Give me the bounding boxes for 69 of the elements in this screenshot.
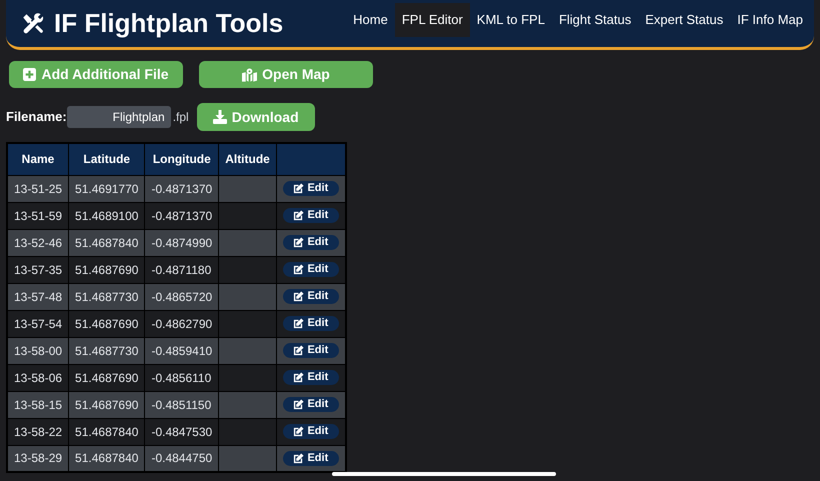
nav-link[interactable]: IF Info Map <box>730 3 810 37</box>
table-cell: -0.4871180 <box>144 256 219 283</box>
filename-label: Filename: <box>6 108 67 126</box>
table-cell: -0.4847530 <box>144 418 219 445</box>
column-header: Name <box>7 143 69 175</box>
nav-link[interactable]: FPL Editor <box>394 3 470 37</box>
edit-button[interactable]: Edit <box>282 262 339 277</box>
table-cell: -0.4862790 <box>144 310 219 337</box>
edit-button[interactable]: Edit <box>282 208 339 223</box>
column-header: Altitude <box>218 143 276 175</box>
edit-button[interactable]: Edit <box>282 235 339 250</box>
table-cell: 13-58-15 <box>7 391 69 418</box>
edit-button[interactable]: Edit <box>282 316 339 331</box>
extension-label: .fpl <box>172 109 189 126</box>
edit-button[interactable]: Edit <box>282 343 339 358</box>
edit-icon <box>293 345 304 356</box>
edit-icon <box>293 183 304 194</box>
table-cell: 13-58-00 <box>7 337 69 364</box>
table-cell: 13-57-54 <box>7 310 69 337</box>
filename-field[interactable]: Flightplan <box>66 106 171 128</box>
nav-link[interactable]: Expert Status <box>638 3 730 37</box>
table-cell: -0.4856110 <box>144 364 219 391</box>
table-cell: -0.4851150 <box>144 391 219 418</box>
edit-button[interactable]: Edit <box>282 370 339 385</box>
table-cell: 13-57-35 <box>7 256 69 283</box>
table-cell: 13-58-06 <box>7 364 69 391</box>
nav-link[interactable]: Flight Status <box>552 3 638 37</box>
edit-icon <box>293 399 304 410</box>
table-cell: -0.4871370 <box>144 202 219 229</box>
edit-icon <box>293 318 304 329</box>
table-cell: 13-51-59 <box>7 202 69 229</box>
table-cell: 51.4687690 <box>68 364 145 391</box>
edit-button[interactable]: Edit <box>282 450 339 466</box>
download-icon <box>212 110 227 124</box>
table-cell: 51.4687730 <box>68 337 145 364</box>
edit-icon <box>293 426 304 437</box>
table-cell: -0.4859410 <box>144 337 219 364</box>
table-cell: 13-51-25 <box>7 175 69 202</box>
table-cell: 51.4691770 <box>68 175 145 202</box>
nav-link[interactable]: KML to FPL <box>470 3 552 37</box>
edit-icon <box>293 372 304 383</box>
table-cell: 51.4689100 <box>68 202 145 229</box>
table-cell: 13-57-48 <box>7 283 69 310</box>
table-cell: 51.4687840 <box>68 418 145 445</box>
table-cell: -0.4871370 <box>144 175 219 202</box>
edit-icon <box>293 210 304 221</box>
table-cell: 51.4687690 <box>68 256 145 283</box>
edit-button[interactable]: Edit <box>282 181 339 196</box>
table-cell: -0.4865720 <box>144 283 219 310</box>
app-title: IF Flightplan Tools <box>54 7 284 40</box>
nav-link[interactable]: Home <box>346 3 395 37</box>
edit-icon <box>293 237 304 248</box>
column-header: Latitude <box>68 143 145 175</box>
map-icon <box>242 68 258 82</box>
edit-icon <box>293 264 304 275</box>
table-cell: 51.4687690 <box>68 391 145 418</box>
table-cell: 13-52-46 <box>7 229 69 256</box>
table-cell: -0.4874990 <box>144 229 219 256</box>
edit-button[interactable]: Edit <box>282 424 339 439</box>
plus-square-icon <box>23 68 36 81</box>
edit-icon <box>293 291 304 302</box>
table-cell: 51.4687840 <box>68 229 145 256</box>
table-cell: 51.4687730 <box>68 283 145 310</box>
table-cell: 51.4687690 <box>68 310 145 337</box>
edit-button[interactable]: Edit <box>282 397 339 412</box>
edit-icon <box>293 452 304 464</box>
column-header: Longitude <box>144 143 219 175</box>
edit-button[interactable]: Edit <box>282 289 339 304</box>
table-cell: 13-58-22 <box>7 418 69 445</box>
